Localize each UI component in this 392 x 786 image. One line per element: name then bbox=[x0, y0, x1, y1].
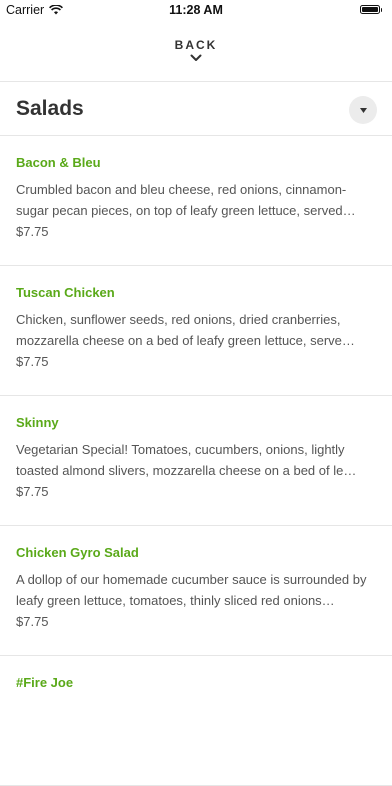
section-header: Salads bbox=[0, 82, 392, 136]
status-bar: Carrier 11:28 AM bbox=[0, 0, 392, 22]
menu-item-description: Crumbled bacon and bleu cheese, red onio… bbox=[16, 182, 356, 218]
menu-item-description: Vegetarian Special! Tomatoes, cucumbers,… bbox=[16, 442, 357, 478]
menu-item[interactable]: Chicken Gyro Salad A dollop of our homem… bbox=[0, 526, 392, 656]
menu-item-name: Skinny bbox=[16, 415, 59, 430]
menu-item-name: Chicken Gyro Salad bbox=[16, 545, 139, 560]
menu-item[interactable]: #Fire Joe bbox=[0, 656, 392, 786]
menu-item[interactable]: Skinny Vegetarian Special! Tomatoes, cuc… bbox=[0, 396, 392, 526]
menu-item[interactable]: Bacon & Bleu Crumbled bacon and bleu che… bbox=[0, 136, 392, 266]
status-time: 11:28 AM bbox=[169, 3, 223, 17]
menu-item-price: $7.75 bbox=[16, 484, 49, 499]
battery-icon bbox=[360, 5, 382, 14]
menu-item-price: $7.75 bbox=[16, 224, 49, 239]
back-button[interactable]: BACK bbox=[0, 30, 392, 80]
category-dropdown-button[interactable] bbox=[349, 96, 377, 124]
back-label: BACK bbox=[174, 38, 218, 52]
menu-item-name: #Fire Joe bbox=[16, 675, 74, 690]
caret-down-icon bbox=[359, 107, 367, 113]
section-title: Salads bbox=[16, 97, 84, 120]
chevron-down-icon bbox=[190, 54, 202, 61]
menu-item-description: Chicken, sunflower seeds, red onions, dr… bbox=[16, 312, 355, 348]
menu-item-name: Bacon & Bleu bbox=[16, 155, 101, 170]
menu-list: Bacon & Bleu Crumbled bacon and bleu che… bbox=[0, 136, 392, 786]
menu-item-description: A dollop of our homemade cucumber sauce … bbox=[16, 572, 367, 608]
menu-item[interactable]: Tuscan Chicken Chicken, sunflower seeds,… bbox=[0, 266, 392, 396]
menu-item-price: $7.75 bbox=[16, 614, 49, 629]
menu-item-name: Tuscan Chicken bbox=[16, 285, 115, 300]
menu-item-price: $7.75 bbox=[16, 354, 49, 369]
